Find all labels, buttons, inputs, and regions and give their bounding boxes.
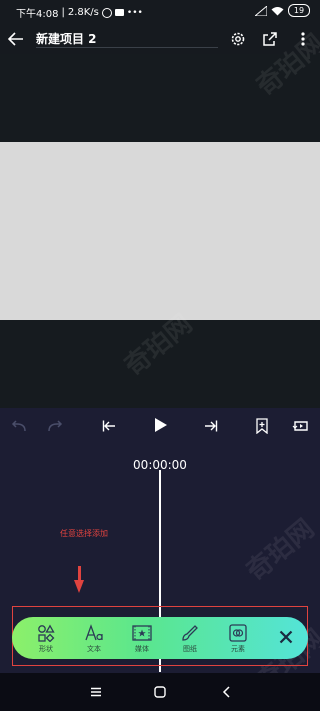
home-icon (154, 686, 166, 698)
redo-button[interactable] (44, 416, 66, 436)
media-icon (132, 625, 152, 641)
menu-icon (91, 687, 101, 697)
shapes-icon (38, 624, 55, 642)
title-divider (36, 47, 218, 48)
gear-icon (231, 32, 245, 46)
tool-text[interactable]: 文本 (76, 624, 112, 656)
text-icon (85, 624, 103, 641)
home-button[interactable] (150, 682, 170, 702)
bookmark-add-icon (256, 418, 268, 434)
play-icon (155, 418, 167, 432)
status-bar-left: 下午4:08 | 2.8K/s ••• (16, 5, 143, 20)
redo-icon (48, 420, 63, 432)
network-speed: 2.8K/s (67, 7, 99, 18)
status-time: 下午4:08 (16, 9, 59, 20)
tool-elements-label: 元素 (231, 645, 245, 653)
export-icon (263, 32, 277, 46)
tool-drawing[interactable]: 图纸 (172, 624, 208, 656)
system-back-button[interactable] (216, 682, 236, 702)
drawing-icon (182, 625, 198, 641)
tool-elements[interactable]: 元素 (220, 624, 256, 656)
status-bar-right: 19 (255, 4, 310, 17)
skip-to-start-button[interactable] (98, 416, 120, 436)
back-chevron-icon (222, 686, 230, 698)
tool-text-label: 文本 (87, 645, 101, 653)
alarm-off-icon (101, 7, 112, 18)
back-button[interactable] (6, 30, 26, 48)
undo-icon (11, 420, 26, 432)
page-title: 新建项目 2 (36, 32, 97, 46)
watermark: 奇珀网 (241, 513, 320, 587)
play-button[interactable] (150, 414, 172, 436)
annotation-arrow-head (74, 580, 84, 593)
skip-to-end-button[interactable] (200, 416, 222, 436)
tool-media[interactable]: 媒体 (124, 624, 160, 656)
tool-shapes[interactable]: 形状 (28, 624, 64, 656)
preview-canvas[interactable] (0, 142, 320, 320)
export-button[interactable] (260, 29, 280, 49)
more-notifications-icon: ••• (126, 7, 143, 18)
annotation-text: 任意选择添加 (60, 529, 108, 538)
elements-icon (229, 624, 247, 642)
bookmark-button[interactable] (252, 415, 272, 437)
loop-button[interactable] (290, 415, 312, 437)
settings-button[interactable] (228, 29, 248, 49)
status-separator: | (61, 7, 65, 18)
battery-icon: 19 (288, 4, 310, 17)
undo-button[interactable] (8, 416, 30, 436)
back-arrow-icon (8, 32, 23, 46)
close-toolbar-button[interactable] (276, 627, 296, 647)
tool-media-label: 媒体 (135, 645, 149, 653)
message-icon (114, 9, 124, 16)
wifi-icon (271, 6, 284, 15)
recents-button[interactable] (86, 682, 106, 702)
tool-drawing-label: 图纸 (183, 645, 197, 653)
skip-to-end-icon (205, 420, 218, 432)
skip-to-start-icon (102, 420, 115, 432)
close-icon (279, 630, 293, 644)
tool-shapes-label: 形状 (39, 645, 53, 653)
signal-icon (255, 5, 267, 16)
loop-icon (292, 421, 308, 431)
